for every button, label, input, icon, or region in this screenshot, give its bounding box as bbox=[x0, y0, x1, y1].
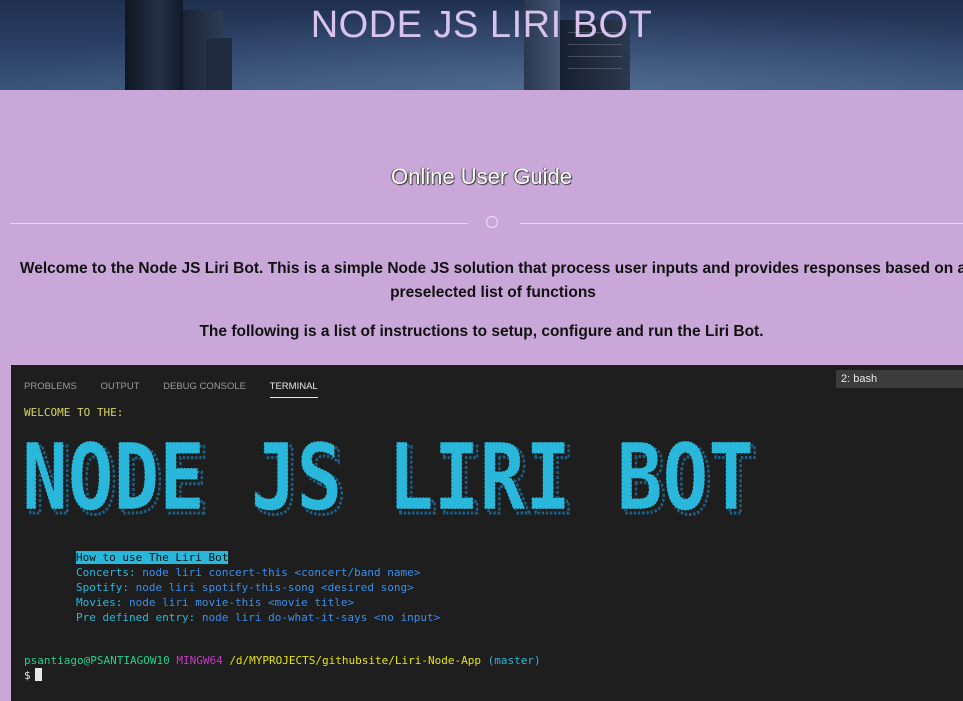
help-item: Spotify: node liri spotify-this-song <de… bbox=[76, 581, 414, 594]
tab-problems[interactable]: PROBLEMS bbox=[24, 381, 77, 397]
help-title-line: How to use The Liri Bot bbox=[76, 551, 229, 564]
panel-tabs: PROBLEMS OUTPUT DEBUG CONSOLE TERMINAL bbox=[24, 374, 332, 398]
prompt-line: psantiago@PSANTIAGOW10 MINGW64 /d/MYPROJ… bbox=[24, 654, 541, 667]
section-title: Online User Guide bbox=[391, 164, 572, 189]
ascii-banner-art: NODE JS LIRI BOT NODE JS LIRI BOT bbox=[22, 431, 760, 521]
help-item: Concerts: node liri concert-this <concer… bbox=[76, 566, 420, 579]
divider-line bbox=[10, 223, 468, 224]
help-item-command: node liri spotify-this-song <desired son… bbox=[135, 581, 414, 594]
prompt-user: psantiago@PSANTIAGOW10 bbox=[24, 654, 170, 667]
help-item: Movies: node liri movie-this <movie titl… bbox=[76, 596, 354, 609]
welcome-paragraph: Welcome to the Node JS Liri Bot. This is… bbox=[19, 260, 963, 301]
tab-debug-console[interactable]: DEBUG CONSOLE bbox=[163, 381, 246, 397]
instructions-paragraph: The following is a list of instructions … bbox=[199, 323, 764, 340]
help-item-command: node liri movie-this <movie title> bbox=[128, 596, 355, 609]
prompt-symbol: $ bbox=[24, 669, 31, 682]
prompt-branch: (master) bbox=[487, 654, 541, 667]
help-item-command: node liri concert-this <concert/band nam… bbox=[142, 566, 421, 579]
help-item-label: Movies: bbox=[76, 596, 123, 609]
header-banner: NODE JS LIRI BOT bbox=[0, 0, 963, 90]
help-item-label: Spotify: bbox=[76, 581, 129, 594]
help-item-label: Pre defined entry: bbox=[76, 611, 196, 624]
help-item-label: Concerts: bbox=[76, 566, 136, 579]
terminal-panel: PROBLEMS OUTPUT DEBUG CONSOLE TERMINAL 2… bbox=[11, 365, 963, 701]
page-title: NODE JS LIRI BOT bbox=[310, 4, 653, 46]
tab-output[interactable]: OUTPUT bbox=[100, 381, 139, 397]
ascii-banner-text: NODE JS LIRI BOT bbox=[22, 431, 754, 521]
divider-line bbox=[520, 223, 963, 224]
terminal-welcome-line: WELCOME TO THE: bbox=[24, 406, 124, 419]
help-title: How to use The Liri Bot bbox=[76, 551, 229, 564]
help-item-command: node liri do-what-it-says <no input> bbox=[201, 611, 441, 624]
prompt-env: MINGW64 bbox=[176, 654, 223, 667]
command-input-line[interactable]: $ bbox=[24, 668, 42, 682]
help-item: Pre defined entry: node liri do-what-it-… bbox=[76, 611, 440, 624]
shell-dropdown[interactable]: 2: bash bbox=[836, 370, 963, 388]
prompt-path: /d/MYPROJECTS/githubsite/Liri-Node-App bbox=[229, 654, 481, 667]
tab-terminal[interactable]: TERMINAL bbox=[269, 381, 318, 398]
terminal-cursor[interactable] bbox=[34, 668, 42, 681]
divider-circle-icon bbox=[486, 216, 498, 228]
